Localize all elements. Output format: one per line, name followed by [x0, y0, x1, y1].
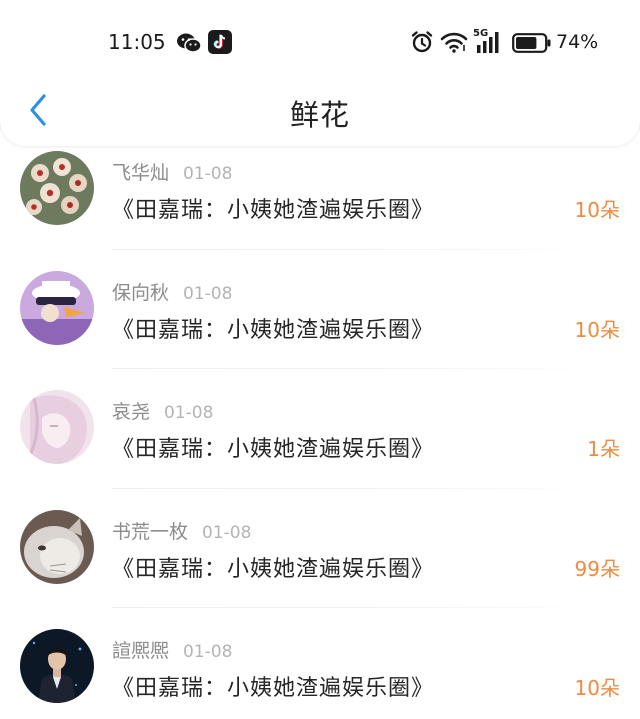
wechat-icon [177, 33, 202, 53]
book-title: 《田嘉瑞：小姨她渣遍娱乐圈》 [112, 556, 435, 582]
flower-amount: 99朵 [574, 556, 620, 581]
battery-icon [512, 33, 551, 53]
header: 11:05 5G 74% 鲜花 [0, 0, 640, 146]
flower-amount: 1朵 [587, 437, 620, 461]
status-bar: 11:05 5G 74% [0, 24, 640, 60]
gift-date: 01-08 [183, 164, 233, 184]
user-name: 諠熈熈 [112, 640, 170, 662]
gift-date: 01-08 [183, 642, 233, 662]
gift-date: 01-08 [183, 283, 233, 304]
book-title: 《田嘉瑞：小姨她渣遍娱乐圈》 [112, 317, 435, 343]
user-line: 諠熈熈 01-08 [112, 636, 232, 663]
list-item[interactable]: 哀尧 01-08 《田嘉瑞：小姨她渣遍娱乐圈》 1朵 [0, 369, 640, 489]
gift-list: 飞华灿 01-08 《田嘉瑞：小姨她渣遍娱乐圈》 10朵 保向秋 01-08 《田嘉… [0, 130, 640, 719]
status-time: 11:05 [108, 30, 166, 54]
nav-bar: 鲜花 [0, 80, 640, 142]
user-line: 哀尧 01-08 [112, 397, 213, 424]
flower-amount: 10朵 [574, 676, 620, 700]
avatar[interactable] [20, 509, 94, 584]
tiktok-icon [208, 30, 232, 54]
gift-date: 01-08 [164, 403, 214, 423]
list-item[interactable]: 书荒一枚 01-08 《田嘉瑞：小姨她渣遍娱乐圈》 99朵 [0, 488, 640, 608]
list-item[interactable]: 諠熈熈 01-08 《田嘉瑞：小姨她渣遍娱乐圈》 10朵 [0, 608, 640, 719]
avatar[interactable] [20, 629, 94, 703]
list-item[interactable]: 飞华灿 01-08 《田嘉瑞：小姨她渣遍娱乐圈》 10朵 [0, 130, 640, 250]
list-item[interactable]: 保向秋 01-08 《田嘉瑞：小姨她渣遍娱乐圈》 10朵 [0, 249, 640, 369]
user-name: 保向秋 [112, 281, 170, 304]
avatar[interactable] [20, 390, 94, 464]
battery-percent: 74% [556, 31, 599, 53]
alarm-icon [411, 31, 433, 53]
user-name: 哀尧 [112, 401, 151, 423]
user-line: 飞华灿 01-08 [112, 158, 232, 185]
avatar[interactable] [20, 151, 94, 225]
signal-icon: 5G [473, 28, 505, 56]
user-name: 飞华灿 [112, 162, 170, 184]
wifi-icon [440, 32, 468, 53]
book-title: 《田嘉瑞：小姨她渣遍娱乐圈》 [112, 676, 435, 701]
avatar[interactable] [20, 270, 94, 345]
book-title: 《田嘉瑞：小姨她渣遍娱乐圈》 [112, 437, 435, 462]
user-line: 保向秋 01-08 [112, 278, 232, 305]
page-title: 鲜花 [289, 98, 350, 132]
flower-amount: 10朵 [574, 317, 620, 342]
user-name: 书荒一枚 [112, 520, 189, 543]
book-title: 《田嘉瑞：小姨她渣遍娱乐圈》 [112, 198, 435, 223]
user-line: 书荒一枚 01-08 [112, 517, 251, 544]
flower-amount: 10朵 [574, 198, 620, 222]
gift-date: 01-08 [202, 522, 252, 543]
